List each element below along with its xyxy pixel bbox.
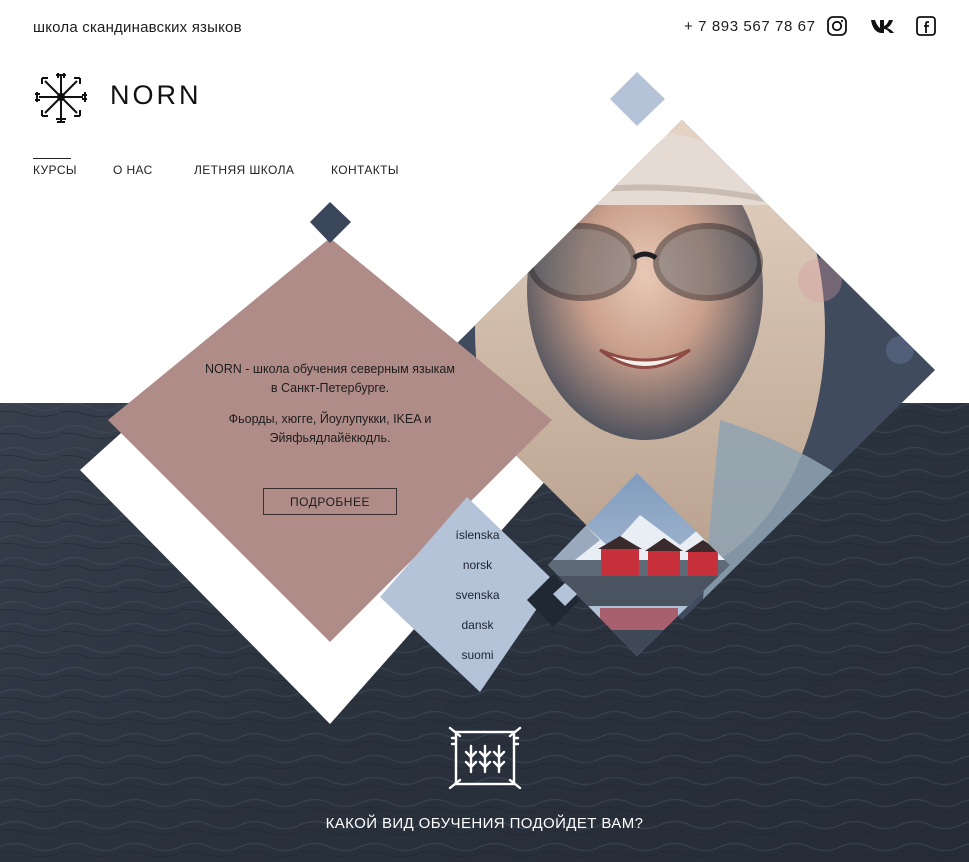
language-icelandic[interactable]: íslenska <box>440 528 515 542</box>
rune-emblem-icon <box>446 724 524 792</box>
course-type-heading: КАКОЙ ВИД ОБУЧЕНИЯ ПОДОЙДЕТ ВАМ? <box>325 815 644 832</box>
nav-item-courses[interactable]: КУРСЫ <box>33 163 77 177</box>
accent-diamond-top <box>610 72 665 126</box>
accent-diamond-dark <box>310 202 351 243</box>
vegvisir-icon[interactable] <box>34 70 88 124</box>
nav-item-about[interactable]: О НАС <box>113 163 153 177</box>
language-danish[interactable]: dansk <box>440 618 515 632</box>
nav-item-summer-school[interactable]: ЛЕТНЯЯ ШКОЛА <box>194 163 294 177</box>
intro-line-1: NORN - школа обучения северным языкам в … <box>205 362 455 395</box>
intro-line-2: Фьорды, хюгге, Йоулупукки, IKEA и Эйяфья… <box>228 412 432 445</box>
brand-name[interactable]: NORN <box>110 80 202 111</box>
vk-icon[interactable] <box>869 15 897 37</box>
more-button[interactable]: ПОДРОБНЕЕ <box>263 488 397 515</box>
language-swedish[interactable]: svenska <box>440 588 515 602</box>
language-norwegian[interactable]: norsk <box>440 558 515 572</box>
nav-item-contacts[interactable]: КОНТАКТЫ <box>331 163 399 177</box>
phone-number[interactable]: + 7 893 567 78 67 <box>684 18 816 35</box>
tagline: школа скандинавских языков <box>33 19 242 36</box>
intro-text: NORN - школа обучения северным языкам в … <box>205 360 455 460</box>
facebook-icon[interactable] <box>915 15 937 37</box>
language-finnish[interactable]: suomi <box>440 648 515 662</box>
nav-active-indicator <box>33 158 71 159</box>
instagram-icon[interactable] <box>826 15 848 37</box>
